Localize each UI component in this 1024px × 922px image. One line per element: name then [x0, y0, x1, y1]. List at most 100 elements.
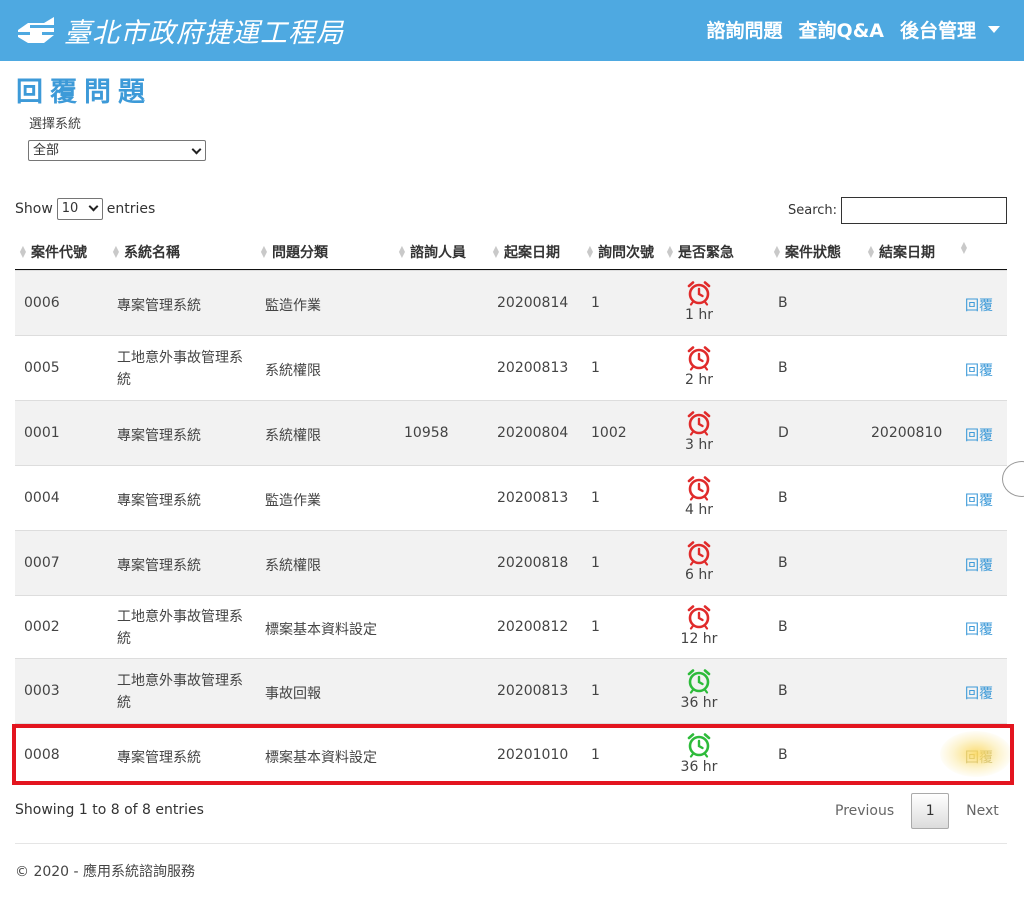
cell-seq: 1 [591, 618, 600, 635]
sort-icon: ▲ ▼ [773, 244, 781, 259]
cell-seq: 1 [591, 489, 600, 506]
alarm-clock-icon [687, 410, 711, 436]
system-select-label: 選擇系統 [29, 117, 82, 132]
column-header[interactable]: ▲ ▼ 諮詢人員 [398, 242, 466, 262]
cell-system: 工地意外事故管理系統 [117, 608, 243, 647]
show-label: Show [15, 201, 53, 217]
pagination: Previous 1 Next [835, 793, 999, 829]
cell-category: 監造作業 [265, 492, 321, 509]
cell-id: 0001 [24, 424, 60, 441]
table-header: ▲ ▼ 案件代號 ▲ ▼ 系統名稱 ▲ ▼ 問題分類 ▲ ▼ 諮詢人員 ▲ ▼ 起案日期 ▲ ▼ 詢問次… [15, 231, 1007, 270]
alarm-clock-icon [687, 475, 711, 501]
column-header[interactable]: ▲ ▼ 問題分類 [260, 242, 328, 262]
page-title: 回覆問題 [16, 77, 152, 108]
sort-icon: ▲ ▼ [492, 244, 500, 259]
cell-status: B [778, 294, 788, 311]
cell-start-date: 20200804 [497, 424, 569, 441]
selected-row-outline [12, 724, 1014, 785]
system-select[interactable]: 全部 [28, 140, 206, 161]
next-page-button[interactable]: Next [966, 803, 999, 819]
column-header[interactable]: ▲ ▼ 是否緊急 [666, 242, 734, 262]
column-header[interactable]: ▲ ▼ 案件狀態 [773, 242, 841, 262]
top-navbar: 臺北市政府捷運工程局 諮詢問題 查詢Q&A 後台管理 [0, 0, 1024, 61]
entries-length-select[interactable]: 10 [56, 198, 103, 220]
nav-qa[interactable]: 查詢Q&A [799, 16, 884, 43]
cell-start-date: 20200813 [497, 489, 569, 506]
column-header[interactable]: ▲ ▼ 結案日期 [867, 242, 935, 262]
chevron-down-icon [88, 201, 99, 212]
cell-start-date: 20200813 [497, 359, 569, 376]
search-input[interactable] [841, 197, 1008, 224]
cell-system: 專案管理系統 [117, 492, 201, 509]
cell-system: 專案管理系統 [117, 557, 201, 574]
cell-seq: 1 [591, 554, 600, 571]
system-select-value: 全部 [33, 143, 60, 158]
brand[interactable]: 臺北市政府捷運工程局 [14, 12, 344, 49]
urgency-text: 36 hr [680, 694, 718, 711]
alarm-clock-icon [687, 345, 711, 371]
alarm-clock-icon [687, 540, 711, 566]
cell-category: 系統權限 [265, 362, 321, 379]
reply-link[interactable]: 回覆 [965, 295, 993, 315]
urgency-text: 4 hr [685, 501, 713, 518]
cell-id: 0004 [24, 489, 60, 506]
reply-link[interactable]: 回覆 [965, 360, 993, 380]
alarm-clock-icon [687, 668, 711, 694]
copyright: © 2020 - 應用系統諮詢服務 [15, 864, 196, 880]
urgency-text: 1 hr [685, 306, 713, 323]
cell-category: 監造作業 [265, 297, 321, 314]
cell-id: 0007 [24, 554, 60, 571]
urgency-text: 2 hr [685, 371, 713, 388]
cell-status: B [778, 489, 788, 506]
brand-name: 臺北市政府捷運工程局 [64, 17, 344, 49]
column-header[interactable]: ▲ ▼ 系統名稱 [112, 242, 180, 262]
reply-link[interactable]: 回覆 [965, 619, 993, 639]
chevron-down-icon [191, 144, 202, 155]
cell-status: D [778, 424, 789, 441]
column-header[interactable]: ▲ ▼ 詢問次號 [586, 242, 654, 262]
cell-category: 系統權限 [265, 557, 321, 574]
table-row: 0002 工地意外事故管理系統 標案基本資料設定 20200812 1 B 12 hr 回覆 [15, 595, 1007, 658]
cell-start-date: 20200818 [497, 554, 569, 571]
column-header[interactable]: ▲ ▼ 案件代號 [19, 242, 87, 262]
cell-seq: 1002 [591, 424, 627, 441]
reply-link[interactable]: 回覆 [965, 683, 993, 703]
cell-system: 工地意外事故管理系統 [117, 349, 243, 388]
reply-link[interactable]: 回覆 [965, 425, 993, 445]
cell-start-date: 20200814 [497, 294, 569, 311]
sort-icon: ▲ ▼ [19, 244, 27, 259]
reply-link[interactable]: 回覆 [965, 490, 993, 510]
nav-admin[interactable]: 後台管理 [900, 16, 976, 43]
nav-consult[interactable]: 諮詢問題 [707, 16, 783, 43]
sort-icon: ▲ ▼ [867, 244, 875, 259]
page-button-current[interactable]: 1 [911, 793, 950, 829]
cell-consultant: 10958 [404, 424, 449, 441]
table-row: 0007 專案管理系統 系統權限 20200818 1 B 6 hr 回覆 [15, 530, 1007, 595]
table-row: 0006 專案管理系統 監造作業 20200814 1 B 1 hr 回覆 [15, 270, 1007, 335]
urgency-indicator: 6 hr [679, 540, 719, 583]
entries-length-control: Show 10 entries [15, 198, 155, 220]
alarm-clock-icon [687, 604, 711, 630]
cell-status: B [778, 554, 788, 571]
cell-id: 0006 [24, 294, 60, 311]
table-row: 0004 專案管理系統 監造作業 20200813 1 B 4 hr 回覆 [15, 465, 1007, 530]
nav-menu: 諮詢問題 查詢Q&A 後台管理 [691, 16, 1000, 43]
cell-system: 專案管理系統 [117, 297, 201, 314]
cell-seq: 1 [591, 359, 600, 376]
previous-page-button[interactable]: Previous [835, 803, 894, 819]
cell-id: 0003 [24, 682, 60, 699]
table-row: 0003 工地意外事故管理系統 事故回報 20200813 1 B 36 hr 回覆 [15, 658, 1007, 723]
chevron-down-icon[interactable] [988, 26, 1000, 33]
cell-seq: 1 [591, 682, 600, 699]
cell-seq: 1 [591, 294, 600, 311]
cell-start-date: 20200812 [497, 618, 569, 635]
entries-label: entries [106, 201, 156, 217]
urgency-text: 6 hr [685, 566, 713, 583]
column-header[interactable]: ▲ ▼ [960, 241, 972, 255]
column-header[interactable]: ▲ ▼ 起案日期 [492, 242, 560, 262]
reply-link[interactable]: 回覆 [965, 555, 993, 575]
urgency-indicator: 2 hr [679, 345, 719, 388]
table-search: Search: [788, 197, 1008, 224]
sort-icon: ▲ ▼ [586, 244, 594, 259]
urgency-indicator: 12 hr [679, 604, 719, 647]
